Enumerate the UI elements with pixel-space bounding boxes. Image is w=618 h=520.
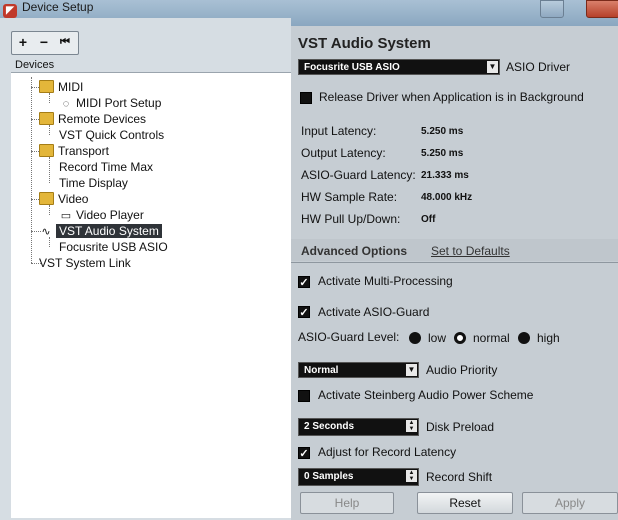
app-icon: ◤ — [3, 4, 17, 18]
chevron-down-icon: ▼ — [406, 364, 417, 376]
tree-item-label: Transport — [58, 144, 109, 158]
input-latency-label: Input Latency: — [301, 124, 377, 138]
disk-preload-value: 2 Seconds — [304, 421, 355, 432]
asio-driver-label: ASIO Driver — [506, 60, 571, 74]
level-low-radio[interactable] — [409, 332, 421, 344]
multi-processing-checkbox[interactable]: ✓ — [298, 276, 310, 289]
output-latency-label: Output Latency: — [301, 146, 386, 160]
tree-item-video[interactable]: Video — [39, 191, 88, 207]
close-button[interactable] — [586, 0, 618, 18]
hw-sample-rate-label: HW Sample Rate: — [301, 190, 398, 204]
minimize-button[interactable] — [540, 0, 564, 18]
adjust-latency-label: Adjust for Record Latency — [318, 445, 457, 459]
folder-icon — [39, 112, 54, 126]
level-normal-radio[interactable] — [454, 332, 466, 344]
tree-item-label: Remote Devices — [58, 112, 147, 126]
tree-item-record-time-max[interactable]: Record Time Max — [59, 159, 153, 175]
record-shift-value: 0 Samples — [304, 471, 354, 482]
audio-priority-select[interactable]: Normal ▼ — [298, 362, 419, 378]
remove-icon[interactable]: − — [35, 34, 53, 52]
window-title: Device Setup — [22, 0, 94, 14]
tree-item-midi-port-setup[interactable]: ◌ MIDI Port Setup — [59, 95, 162, 111]
hw-sample-rate-value: 48.000 kHz — [421, 192, 473, 203]
record-shift-stepper[interactable]: 0 Samples ▲ ▼ — [298, 468, 419, 486]
tree-item-label: VST Audio System — [56, 224, 162, 238]
hw-pull-value: Off — [421, 214, 436, 225]
folder-icon — [39, 80, 54, 94]
set-to-defaults-link[interactable]: Set to Defaults — [431, 244, 510, 258]
input-latency-value: 5.250 ms — [421, 126, 464, 137]
audio-priority-value: Normal — [304, 365, 339, 376]
level-low-label: low — [428, 331, 447, 345]
tree-item-label: MIDI — [58, 80, 84, 94]
tree-item-label: VST Quick Controls — [59, 128, 165, 142]
tree-item-label: Focusrite USB ASIO — [59, 240, 168, 254]
asio-guard-latency-value: 21.333 ms — [421, 170, 469, 181]
audio-priority-label: Audio Priority — [426, 363, 498, 377]
disk-preload-stepper[interactable]: 2 Seconds ▲ ▼ — [298, 418, 419, 436]
tree-item-focusrite-usb-asio[interactable]: Focusrite USB ASIO — [59, 239, 168, 255]
advanced-options-header: Advanced Options — [301, 244, 408, 258]
reset-device-icon[interactable]: ⏮ — [56, 34, 74, 52]
tree-item-label: Time Display — [59, 176, 128, 190]
stepper-arrows-icon: ▲ ▼ — [406, 470, 417, 482]
asio-driver-select[interactable]: Focusrite USB ASIO ▼ — [298, 59, 500, 75]
tree-item-label: Video Player — [76, 208, 144, 222]
hw-pull-label: HW Pull Up/Down: — [301, 212, 401, 226]
tree-line — [31, 77, 32, 263]
output-latency-value: 5.250 ms — [421, 148, 464, 159]
devices-header: Devices — [11, 58, 295, 73]
power-scheme-checkbox[interactable] — [298, 390, 310, 402]
audio-wave-icon: ∿ — [41, 226, 51, 238]
panel-title: VST Audio System — [298, 35, 431, 52]
apply-button[interactable]: Apply — [522, 492, 618, 514]
tree-item-remote-devices[interactable]: Remote Devices — [39, 111, 146, 127]
device-tree: MIDI ◌ MIDI Port Setup Remote Devices VST… — [11, 73, 292, 518]
tree-line — [49, 157, 50, 183]
tree-item-vst-audio-system[interactable]: ∿ VST Audio System — [39, 223, 162, 239]
record-shift-label: Record Shift — [426, 470, 493, 484]
power-scheme-label: Activate Steinberg Audio Power Scheme — [318, 388, 534, 402]
tree-item-label: Record Time Max — [59, 160, 154, 174]
tree-item-label: Video — [58, 192, 89, 206]
tree-item-vst-quick-controls[interactable]: VST Quick Controls — [59, 127, 164, 143]
folder-icon — [39, 192, 54, 206]
release-driver-checkbox[interactable] — [300, 92, 312, 104]
level-high-label: high — [537, 331, 560, 345]
asio-guard-latency-label: ASIO-Guard Latency: — [301, 168, 416, 182]
disk-preload-label: Disk Preload — [426, 420, 495, 434]
tree-item-time-display[interactable]: Time Display — [59, 175, 128, 191]
divider — [291, 262, 618, 263]
asio-guard-checkbox[interactable]: ✓ — [298, 306, 310, 319]
video-player-icon: ▭ — [60, 210, 72, 222]
add-icon[interactable]: + — [14, 34, 32, 52]
reset-button[interactable]: Reset — [417, 492, 513, 514]
help-button[interactable]: Help — [300, 492, 394, 514]
level-high-radio[interactable] — [518, 332, 530, 344]
device-toolbar: + − ⏮ — [11, 31, 79, 55]
asio-driver-value: Focusrite USB ASIO — [304, 62, 400, 73]
level-normal-label: normal — [473, 331, 510, 345]
tree-item-label: MIDI Port Setup — [76, 96, 162, 110]
tree-item-vst-system-link[interactable]: VST System Link — [39, 255, 131, 271]
midi-port-icon: ◌ — [62, 98, 70, 110]
chevron-down-icon: ▼ — [487, 61, 498, 73]
adjust-latency-checkbox[interactable]: ✓ — [298, 447, 310, 460]
asio-guard-label: Activate ASIO-Guard — [318, 305, 430, 319]
tree-item-transport[interactable]: Transport — [39, 143, 109, 159]
multi-processing-label: Activate Multi-Processing — [318, 274, 453, 288]
tree-item-label: VST System Link — [39, 256, 131, 270]
stepper-arrows-icon: ▲ ▼ — [406, 420, 417, 432]
settings-panel: VST Audio System Focusrite USB ASIO ▼ AS… — [291, 26, 618, 520]
tree-item-midi[interactable]: MIDI — [39, 79, 83, 95]
tree-item-video-player[interactable]: ▭ Video Player — [59, 207, 144, 223]
folder-icon — [39, 144, 54, 158]
asio-guard-level-label: ASIO-Guard Level: — [298, 330, 400, 344]
release-driver-label: Release Driver when Application is in Ba… — [319, 90, 584, 104]
